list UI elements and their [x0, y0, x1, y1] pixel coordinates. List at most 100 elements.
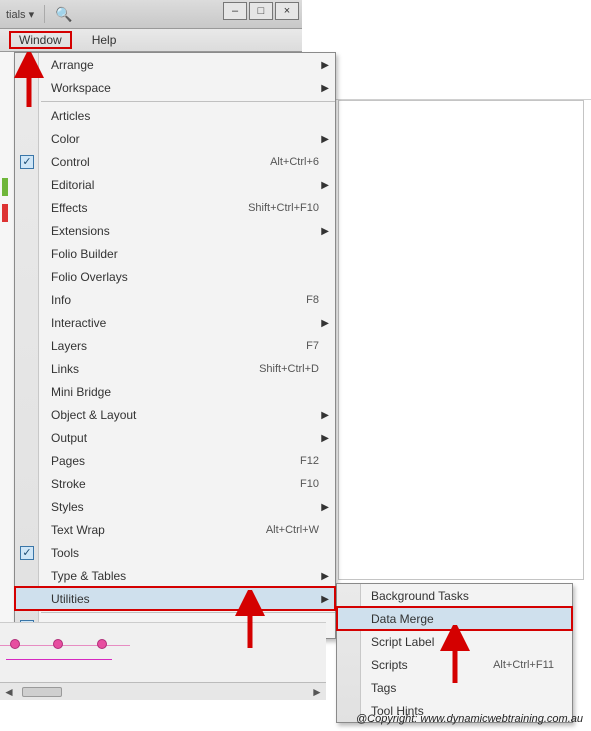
anchor-point-icon	[10, 639, 20, 649]
menu-item-shortcut: Alt+Ctrl+W	[266, 524, 319, 536]
submenu-item[interactable]: Script Label	[337, 630, 572, 653]
menu-item[interactable]: LayersF7	[15, 334, 335, 357]
menu-check-column: ✓	[15, 546, 39, 560]
menu-item-label: Layers	[39, 339, 306, 353]
menu-item-label: Type & Tables	[39, 569, 319, 583]
menu-item-shortcut: F7	[306, 340, 319, 352]
panel-left-edge	[0, 52, 14, 662]
scroll-thumb[interactable]	[22, 687, 62, 697]
app-title-bar: tials ▾ 🔍 – □ ×	[0, 0, 302, 29]
scroll-left-icon[interactable]: ◄	[0, 685, 18, 699]
background-ribbon: AaBbCcDcT No Spac...AaBbCcHeading 1AaBbC…	[302, 0, 591, 100]
menu-item-label: Stroke	[39, 477, 300, 491]
menu-item-label: Editorial	[39, 178, 319, 192]
submenu-caret-icon: ▶	[321, 226, 329, 237]
menu-item-label: Info	[39, 293, 306, 307]
menu-item-shortcut: F8	[306, 294, 319, 306]
submenu-caret-icon: ▶	[321, 134, 329, 145]
menu-item-label: Styles	[39, 500, 319, 514]
submenu-item[interactable]: Background Tasks	[337, 584, 572, 607]
menu-item-label: Pages	[39, 454, 300, 468]
submenu-caret-icon: ▶	[321, 83, 329, 94]
menu-window[interactable]: Window	[9, 31, 72, 49]
horizontal-scrollbar[interactable]: ◄ ►	[0, 682, 326, 700]
menu-item-label: Folio Builder	[39, 247, 319, 261]
menu-item-label: Workspace	[39, 81, 319, 95]
menu-item[interactable]: Articles	[15, 104, 335, 127]
menu-item[interactable]: Editorial▶	[15, 173, 335, 196]
submenu-item-label: Tags	[361, 681, 554, 695]
menu-item-label: Articles	[39, 109, 319, 123]
menu-item[interactable]: Arrange▶	[15, 53, 335, 76]
scroll-right-icon[interactable]: ►	[308, 685, 326, 699]
submenu-caret-icon: ▶	[321, 571, 329, 582]
menu-separator	[41, 612, 335, 613]
menu-item[interactable]: StrokeF10	[15, 472, 335, 495]
workspace-dropdown[interactable]: tials ▾	[6, 8, 34, 21]
menu-item-shortcut: Shift+Ctrl+D	[259, 363, 319, 375]
submenu-item[interactable]: Tags	[337, 676, 572, 699]
menu-item-shortcut: Alt+Ctrl+6	[270, 156, 319, 168]
menu-item-label: Folio Overlays	[39, 270, 319, 284]
window-menu-dropdown: Arrange▶Workspace▶ArticlesColor▶✓Control…	[14, 52, 336, 639]
menu-item-label: Object & Layout	[39, 408, 319, 422]
utilities-submenu: Background TasksData MergeScript LabelSc…	[336, 583, 573, 723]
submenu-caret-icon: ▶	[321, 318, 329, 329]
menu-item-label: Control	[39, 155, 270, 169]
menu-help[interactable]: Help	[82, 31, 127, 49]
submenu-caret-icon: ▶	[321, 180, 329, 191]
menu-item-shortcut: F12	[300, 455, 319, 467]
menu-item[interactable]: ✓ ControlAlt+Ctrl+6	[15, 150, 335, 173]
menu-item[interactable]: Color▶	[15, 127, 335, 150]
menu-item-label: Text Wrap	[39, 523, 266, 537]
submenu-caret-icon: ▶	[321, 502, 329, 513]
menu-item[interactable]: PagesF12	[15, 449, 335, 472]
close-button[interactable]: ×	[275, 2, 299, 20]
menu-item[interactable]: Type & Tables▶	[15, 564, 335, 587]
menu-item-label: Effects	[39, 201, 248, 215]
menu-item[interactable]: Workspace▶	[15, 76, 335, 99]
menu-item-shortcut: F10	[300, 478, 319, 490]
submenu-item-label: Scripts	[361, 658, 493, 672]
anchor-point-icon	[53, 639, 63, 649]
submenu-caret-icon: ▶	[321, 410, 329, 421]
submenu-item-label: Data Merge	[361, 612, 554, 626]
menu-item-label: Interactive	[39, 316, 319, 330]
menu-item-label: Mini Bridge	[39, 385, 319, 399]
check-icon: ✓	[20, 546, 34, 560]
submenu-caret-icon: ▶	[321, 433, 329, 444]
menu-item[interactable]: Folio Builder	[15, 242, 335, 265]
search-icon[interactable]: 🔍	[55, 6, 72, 23]
menu-item[interactable]: Extensions▶	[15, 219, 335, 242]
menu-item[interactable]: Styles▶	[15, 495, 335, 518]
menu-item-label: Utilities	[39, 592, 319, 606]
menu-item-label: Color	[39, 132, 319, 146]
menu-item[interactable]: Output▶	[15, 426, 335, 449]
menu-item[interactable]: Utilities▶	[15, 587, 335, 610]
title-bar-divider	[44, 5, 45, 23]
menu-separator	[41, 101, 335, 102]
minimize-button[interactable]: –	[223, 2, 247, 20]
menu-item[interactable]: ✓Tools	[15, 541, 335, 564]
menu-item[interactable]: Interactive▶	[15, 311, 335, 334]
submenu-caret-icon: ▶	[321, 60, 329, 71]
menu-item[interactable]: Text WrapAlt+Ctrl+W	[15, 518, 335, 541]
submenu-item[interactable]: ScriptsAlt+Ctrl+F11	[337, 653, 572, 676]
submenu-caret-icon: ▶	[321, 594, 329, 605]
menu-item[interactable]: EffectsShift+Ctrl+F10	[15, 196, 335, 219]
menu-item[interactable]: Folio Overlays	[15, 265, 335, 288]
submenu-item-label: Background Tasks	[361, 589, 554, 603]
menu-item[interactable]: Mini Bridge	[15, 380, 335, 403]
menu-item[interactable]: Object & Layout▶	[15, 403, 335, 426]
check-icon: ✓	[20, 155, 34, 169]
menu-item[interactable]: InfoF8	[15, 288, 335, 311]
menu-item-label: Arrange	[39, 58, 319, 72]
copyright-text: @Copyright: www.dynamicwebtraining.com.a…	[356, 713, 583, 725]
swatch-green	[2, 178, 8, 196]
menu-item-label: Extensions	[39, 224, 319, 238]
maximize-button[interactable]: □	[249, 2, 273, 20]
submenu-item[interactable]: Data Merge	[337, 607, 572, 630]
document-canvas	[338, 100, 584, 580]
menu-item-shortcut: Shift+Ctrl+F10	[248, 202, 319, 214]
menu-item[interactable]: LinksShift+Ctrl+D	[15, 357, 335, 380]
